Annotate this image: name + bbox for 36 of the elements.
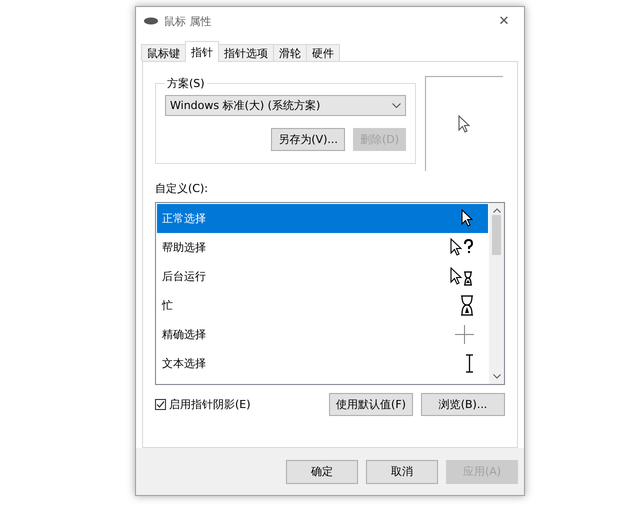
list-item[interactable]: 正常选择 [157, 204, 488, 233]
list-item[interactable]: 帮助选择 [157, 233, 488, 262]
tab[interactable]: 指针 [185, 41, 219, 62]
scroll-down-icon [492, 374, 500, 379]
arrow-cursor-icon [458, 114, 471, 134]
button[interactable]: 浏览(B)... [421, 393, 505, 416]
checkbox[interactable] [155, 399, 166, 410]
button[interactable]: 取消 [366, 460, 438, 484]
busy-arrow-cursor-icon [450, 267, 474, 286]
help-cursor-icon [450, 238, 474, 257]
list-item[interactable]: 文本选择 [157, 349, 488, 378]
scroll-up-icon [492, 208, 500, 213]
mouse-icon [144, 17, 158, 25]
checkbox-label: 启用指针阴影(E) [169, 397, 251, 412]
group-label: 方案(S) [166, 76, 206, 91]
button[interactable]: 另存为(V)... [271, 128, 345, 151]
tab[interactable]: 滑轮 [273, 44, 307, 61]
scrollbar[interactable] [489, 203, 504, 384]
button[interactable]: 确定 [286, 460, 358, 484]
hourglass-icon [460, 295, 474, 316]
scroll-thumb[interactable] [492, 215, 501, 255]
scheme-dropdown[interactable]: Windows 标准(大) (系统方案) [165, 95, 406, 116]
close-button[interactable]: ✕ [484, 7, 524, 35]
customize-label: 自定义(C): [155, 181, 209, 196]
tab[interactable]: 硬件 [306, 44, 340, 61]
button[interactable]: 使用默认值(F) [329, 393, 413, 416]
list-item[interactable]: 忙 [157, 291, 488, 320]
crosshair-icon [455, 325, 474, 344]
tab[interactable]: 指针选项 [218, 44, 274, 61]
window-title: 鼠标 属性 [164, 14, 212, 28]
text-cursor-icon [465, 354, 474, 373]
chevron-icon [392, 103, 401, 108]
list-item[interactable]: 精确选择 [157, 320, 488, 349]
list-item[interactable]: 后台运行 [157, 262, 488, 291]
tab[interactable]: 鼠标键 [141, 44, 186, 61]
arrow-cursor-icon [461, 209, 474, 228]
